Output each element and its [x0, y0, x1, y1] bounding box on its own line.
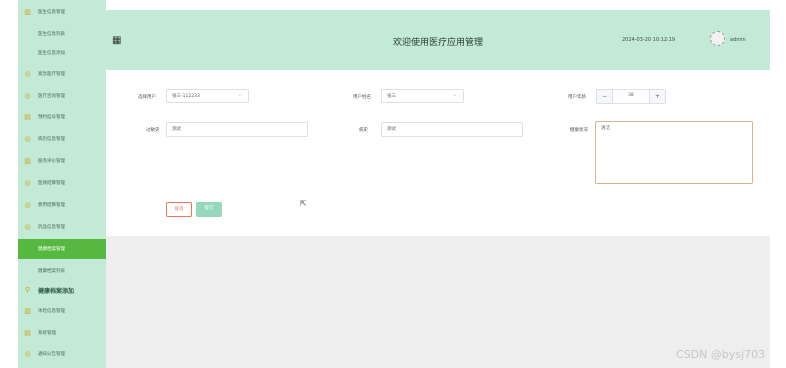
document-icon: ▤	[24, 329, 31, 337]
sidebar-item-label: 体检信息管理	[38, 309, 65, 314]
allergy-value: 测试	[172, 127, 181, 132]
avatar[interactable]	[710, 31, 725, 46]
sidebar-item-label: 系统管理	[38, 331, 56, 336]
content-footer-area	[106, 236, 770, 368]
sidebar-item-label: 预约挂号管理	[38, 115, 65, 120]
medical-history-label: 病史	[359, 128, 368, 133]
mouse-cursor-icon: ⇱	[300, 199, 307, 208]
sidebar-item-medical-record[interactable]: ◎ 病历信息管理	[18, 129, 106, 149]
chevron-down-icon: ⌄	[452, 92, 457, 98]
circle-check-icon: ◎	[24, 350, 31, 358]
sidebar-item-label: 药品信息管理	[38, 225, 65, 230]
sidebar-item-doctor-add[interactable]: 医生信息添加	[18, 43, 106, 63]
grid-menu-icon[interactable]: ▦	[112, 35, 121, 46]
sidebar-item-label: 费用结算管理	[38, 203, 65, 208]
user-name-value: 张三	[387, 94, 396, 99]
sidebar-item-health-record[interactable]: 健康档案管理	[18, 239, 106, 259]
medical-history-field[interactable]: 测试	[381, 122, 523, 137]
circle-check-icon: ◎	[24, 92, 31, 100]
select-user-dropdown[interactable]: 张三-112233 ⌄	[166, 89, 249, 103]
decrease-button[interactable]: −	[597, 90, 613, 103]
sidebar-item-label: 医疗咨询管理	[38, 94, 65, 99]
sidebar-item-doctor-list[interactable]: 医生信息列表	[18, 24, 106, 44]
page-title: 欢迎使用医疗应用管理	[393, 38, 484, 48]
submit-button[interactable]: 提交	[196, 202, 222, 217]
watermark: CSDN @bysj703	[676, 348, 766, 361]
username[interactable]: admin	[730, 37, 746, 43]
sidebar-item-label: 健康档案管理	[38, 247, 65, 252]
sidebar-item-service-review[interactable]: ▥ 服务评价管理	[18, 151, 106, 171]
sidebar-item-label: 健康档案列表	[38, 269, 65, 274]
circle-check-icon: ◎	[24, 70, 31, 78]
sidebar-item-health-record-list[interactable]: 健康档案列表	[18, 261, 106, 281]
location-pin-icon: ⚲	[24, 286, 31, 294]
user-name-label: 用户姓名	[353, 95, 371, 100]
cancel-button[interactable]: 取消	[166, 202, 192, 217]
sidebar-item-health-record-add[interactable]: ⚲ 健康档案添加	[18, 280, 106, 300]
sidebar-item-label: 医生信息添加	[38, 51, 65, 56]
sidebar-item-label: 病历信息管理	[38, 137, 65, 142]
user-age-label: 用户年龄	[568, 95, 586, 100]
circle-check-icon: ◎	[24, 179, 31, 187]
document-icon: ▤	[24, 113, 31, 121]
health-status-label: 健康状况	[570, 128, 588, 133]
select-user-value: 张三-112233	[172, 94, 200, 99]
allergy-label: 过敏史	[146, 128, 160, 133]
sidebar-item-label: 健康档案添加	[38, 287, 75, 295]
user-age-stepper[interactable]: − 38 +	[596, 89, 666, 104]
medical-history-value: 测试	[387, 127, 396, 132]
sidebar: ▥ 医生信息管理 医生信息列表 医生信息添加 ◎ 紧急医疗管理 ◎ 医疗咨询管理…	[18, 0, 106, 368]
allergy-field[interactable]: 测试	[166, 122, 308, 137]
sidebar-item-emergency[interactable]: ◎ 紧急医疗管理	[18, 64, 106, 84]
sidebar-item-label: 紧急医疗管理	[38, 72, 65, 77]
sidebar-item-system[interactable]: ▤ 系统管理	[18, 323, 106, 343]
select-user-label: 选择用户	[138, 95, 156, 100]
health-status-value: 清洁	[601, 126, 610, 131]
user-name-field[interactable]: 张三 ⌄	[381, 89, 464, 103]
sidebar-item-checkup[interactable]: ▥ 体检信息管理	[18, 301, 106, 321]
circle-check-icon: ◎	[24, 201, 31, 209]
sidebar-item-consultation[interactable]: ◎ 医疗咨询管理	[18, 86, 106, 106]
user-age-value: 38	[628, 93, 634, 98]
chart-bars-icon: ▥	[24, 8, 31, 16]
sidebar-item-doctor-management[interactable]: ▥ 医生信息管理	[18, 2, 106, 22]
sidebar-item-appointment[interactable]: ▤ 预约挂号管理	[18, 107, 106, 127]
chart-bars-icon: ▥	[24, 307, 31, 315]
header: ▦ 欢迎使用医疗应用管理 2024-03-20 10:12:19 admin	[106, 10, 770, 70]
chart-bars-icon: ▥	[24, 157, 31, 165]
health-status-textarea[interactable]: 清洁	[595, 121, 753, 184]
sidebar-item-label: 通知公告管理	[38, 352, 65, 357]
sidebar-item-label: 服务评价管理	[38, 159, 65, 164]
chevron-down-icon: ⌄	[237, 92, 242, 98]
sidebar-item-label: 医保结算管理	[38, 181, 65, 186]
sidebar-item-billing[interactable]: ◎ 费用结算管理	[18, 195, 106, 215]
increase-button[interactable]: +	[649, 90, 665, 103]
sidebar-item-medicine[interactable]: ◎ 药品信息管理	[18, 217, 106, 237]
circle-check-icon: ◎	[24, 223, 31, 231]
sidebar-item-label: 医生信息管理	[38, 10, 65, 15]
sidebar-item-label: 医生信息列表	[38, 32, 65, 37]
sidebar-item-insurance[interactable]: ◎ 医保结算管理	[18, 173, 106, 193]
circle-check-icon: ◎	[24, 135, 31, 143]
sidebar-item-notice[interactable]: ◎ 通知公告管理	[18, 344, 106, 364]
datetime: 2024-03-20 10:12:19	[622, 37, 676, 43]
